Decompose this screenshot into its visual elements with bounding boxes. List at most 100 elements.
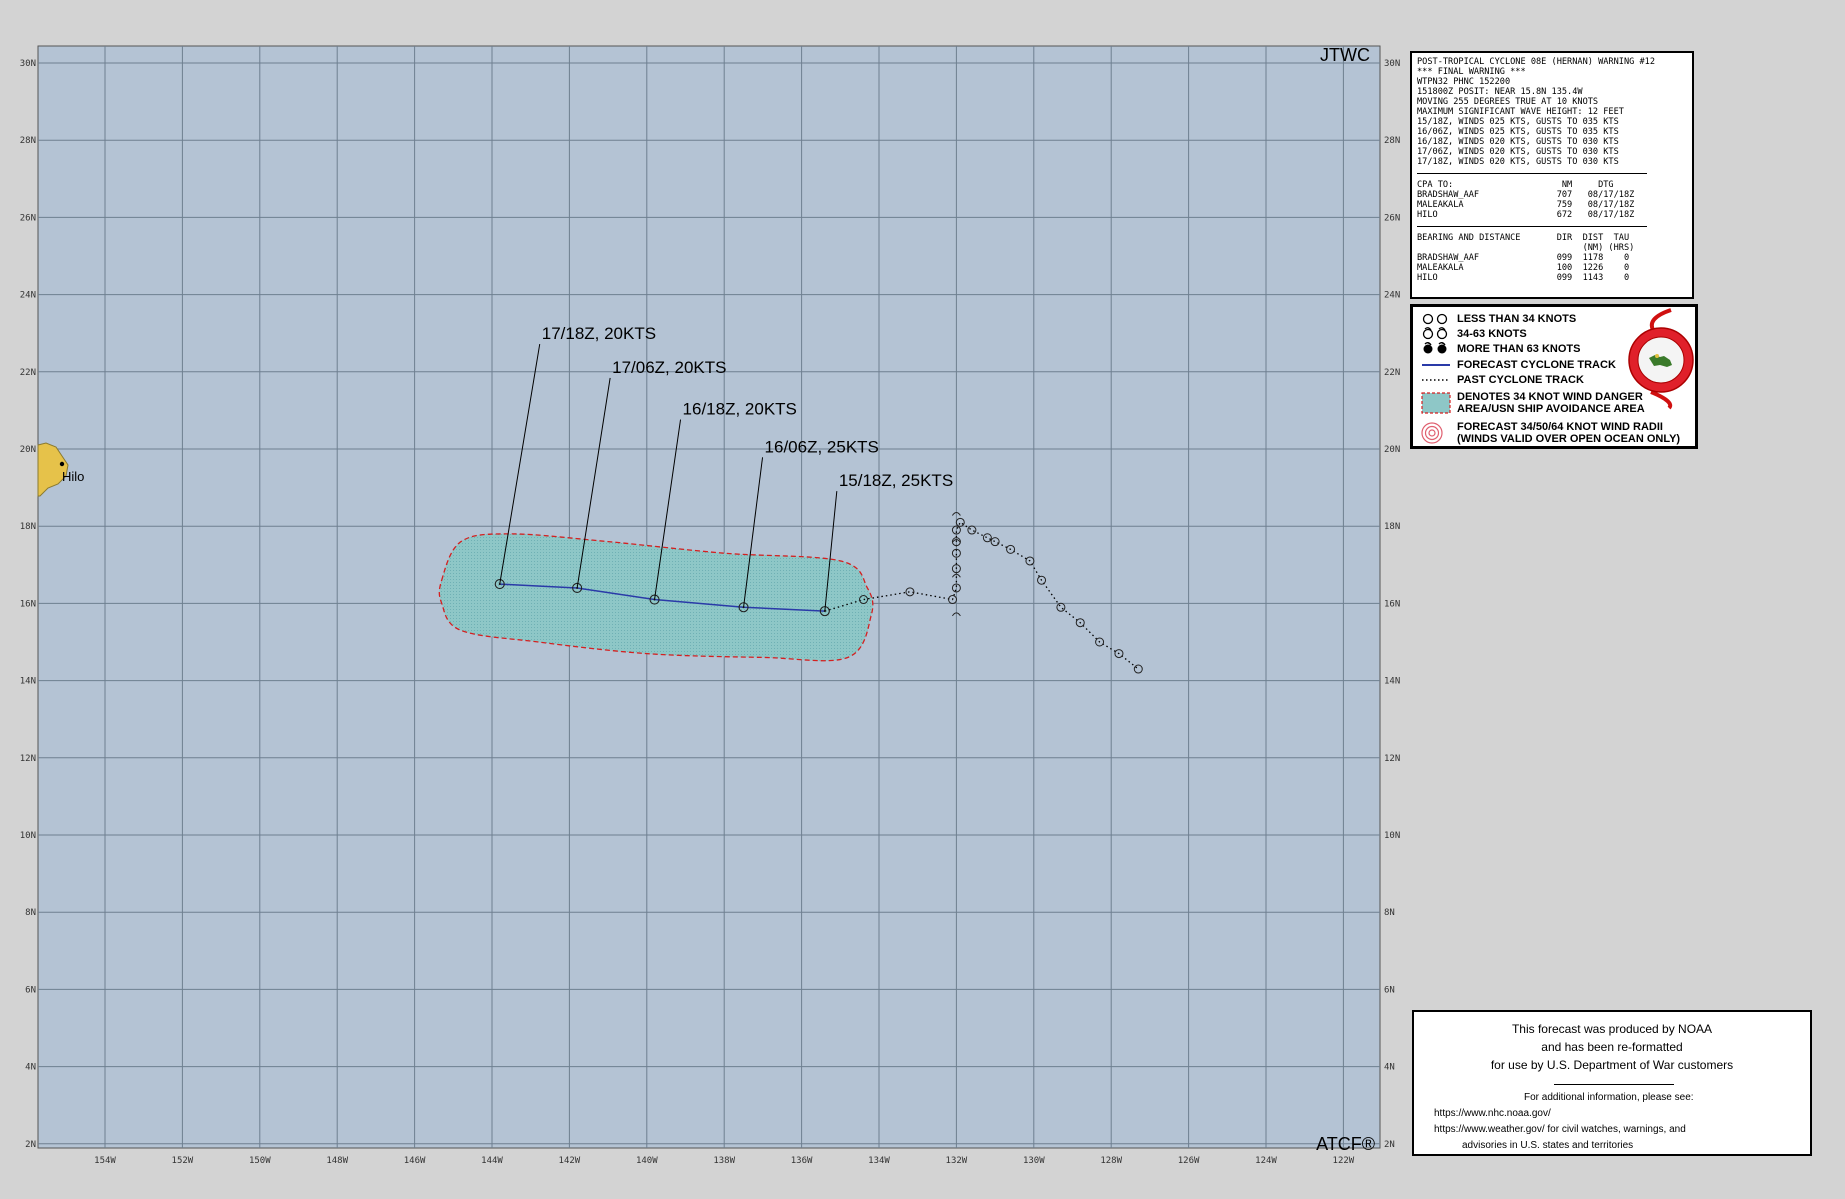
lon-tick: 150W [249,1156,271,1166]
noaa-separator [1554,1084,1674,1085]
forecast-line-icon [1422,364,1450,366]
legend-past-track: PAST CYCLONE TRACK [1421,373,1584,387]
lon-tick: 126W [1178,1156,1200,1166]
lat-tick-left: 18N [20,522,36,532]
lat-tick-right: 6N [1384,985,1395,995]
bearing-row: BRADSHAW_AAF 099 1178 0 [1417,253,1630,263]
warning-line: 15/18Z, WINDS 025 KTS, GUSTS TO 035 KTS [1417,117,1619,127]
lat-tick-left: 6N [25,985,36,995]
lon-tick: 136W [791,1156,813,1166]
noaa-line-3: for use by U.S. Department of War custom… [1490,1058,1734,1072]
warning-line: 17/06Z, WINDS 020 KTS, GUSTS TO 030 KTS [1417,147,1619,157]
lat-tick-left: 4N [25,1063,36,1073]
cpa-rows: BRADSHAW_AAF 707 08/17/18Z MALEAKALA 759 … [1417,190,1687,220]
noaa-info-title: For additional information, please see: [1524,1092,1694,1103]
lon-tick: 138W [713,1156,735,1166]
lat-tick-right: 8N [1384,908,1395,918]
lon-tick: 140W [636,1156,658,1166]
warning-line: WTPN32 PHNC 152200 [1417,77,1511,87]
cpa-row: BRADSHAW_AAF 707 08/17/18Z [1417,190,1635,200]
lat-tick-right: 26N [1384,213,1400,223]
warning-line: 16/06Z, WINDS 025 KTS, GUSTS TO 035 KTS [1417,127,1619,137]
lon-tick: 152W [172,1156,194,1166]
lat-tick-right: 30N [1384,59,1400,69]
lat-tick-left: 20N [20,445,36,455]
noaa-line-2: and has been re-formatted [1541,1040,1683,1054]
lon-tick: 144W [481,1156,503,1166]
hilo-label: Hilo [62,469,84,484]
legend-more-63: MORE THAN 63 KNOTS [1421,342,1580,356]
warning-line: *** FINAL WARNING *** [1417,67,1526,77]
lat-tick-left: 10N [20,831,36,841]
lat-tick-left: 28N [20,136,36,146]
lat-tick-right: 10N [1384,831,1400,841]
bearing-row: MALEAKALA 100 1226 0 [1417,263,1630,273]
lat-tick-left: 16N [20,599,36,609]
warning-line: 16/18Z, WINDS 020 KTS, GUSTS TO 030 KTS [1417,137,1619,147]
lat-tick-right: 12N [1384,754,1400,764]
cpa-row: HILO 672 08/17/18Z [1417,210,1635,220]
lat-tick-left: 8N [25,908,36,918]
legend-less-34: LESS THAN 34 KNOTS [1421,312,1576,326]
hilo-marker [59,461,65,467]
warning-line: MOVING 255 DEGREES TRUE AT 10 KNOTS [1417,97,1599,107]
legend-wind-radii: FORECAST 34/50/64 KNOT WIND RADII (WINDS… [1421,419,1680,447]
bearing-row: HILO 099 1143 0 [1417,273,1630,283]
noaa-line-1: This forecast was produced by NOAA [1511,1022,1713,1036]
legend-34-63: 34-63 KNOTS [1421,327,1527,341]
jtwc-label: JTWC [1320,45,1370,65]
lon-tick: 142W [559,1156,581,1166]
lat-tick-left: 22N [20,368,36,378]
warning-info-box: POST-TROPICAL CYCLONE 08E (HERNAN) WARNI… [1410,51,1694,299]
forecast-time-label: 17/06Z, 20KTS [612,358,726,377]
lon-tick: 130W [1023,1156,1045,1166]
cpa-row: MALEAKALA 759 08/17/18Z [1417,200,1635,210]
lat-tick-right: 24N [1384,291,1400,301]
forecast-time-label: 16/06Z, 25KTS [765,437,879,456]
wind-radii-icon [1421,422,1443,444]
filled-hurricane-icon [1423,342,1447,354]
warning-line: POST-TROPICAL CYCLONE 08E (HERNAN) WARNI… [1417,57,1655,67]
dotted-line-icon [1422,379,1450,381]
lat-tick-left: 26N [20,213,36,223]
lon-tick: 132W [946,1156,968,1166]
noaa-url-weather-cont: advisories in U.S. states and territorie… [1462,1140,1634,1151]
cpa-header: CPA TO: NM DTG [1417,180,1614,190]
lat-tick-right: 2N [1384,1140,1395,1150]
bearing-subheader: (NM) (HRS) [1417,243,1635,253]
lon-tick: 128W [1100,1156,1122,1166]
lat-tick-right: 18N [1384,522,1400,532]
lon-tick: 146W [404,1156,426,1166]
open-circle-icon [1422,313,1448,325]
lat-tick-right: 4N [1384,1063,1395,1073]
noaa-notice-box: This forecast was produced by NOAA and h… [1412,1010,1812,1156]
forecast-time-label: 16/18Z, 20KTS [683,400,797,419]
spiral-icon [1422,327,1448,340]
noaa-url-weather[interactable]: https://www.weather.gov/ for civil watch… [1434,1122,1686,1138]
atcf-label: ATCF® [1316,1134,1375,1154]
noaa-url-nhc[interactable]: https://www.nhc.noaa.gov/ [1434,1106,1551,1122]
lon-tick: 134W [868,1156,890,1166]
lat-tick-left: 24N [20,291,36,301]
forecast-time-label: 15/18Z, 25KTS [839,471,953,490]
warning-line: MAXIMUM SIGNIFICANT WAVE HEIGHT: 12 FEET [1417,107,1624,117]
jtwc-logo-icon [1628,308,1694,410]
lon-tick: 154W [94,1156,116,1166]
bearing-header: BEARING AND DISTANCE DIR DIST TAU [1417,233,1630,243]
warning-line: 17/18Z, WINDS 020 KTS, GUSTS TO 030 KTS [1417,157,1619,167]
lat-tick-left: 12N [20,754,36,764]
lon-tick: 124W [1255,1156,1277,1166]
danger-area-icon [1421,392,1451,414]
legend-forecast-track: FORECAST CYCLONE TRACK [1421,358,1616,372]
lat-tick-left: 30N [20,59,36,69]
warning-lines: POST-TROPICAL CYCLONE 08E (HERNAN) WARNI… [1417,57,1687,167]
lat-tick-left: 2N [25,1140,36,1150]
legend-danger-area: DENOTES 34 KNOT WIND DANGER AREA/USN SHI… [1421,389,1645,417]
lat-tick-right: 28N [1384,136,1400,146]
warning-line: 151800Z POSIT: NEAR 15.8N 135.4W [1417,87,1583,97]
lat-tick-right: 20N [1384,445,1400,455]
lon-tick: 148W [326,1156,348,1166]
lon-tick: 122W [1333,1156,1355,1166]
forecast-time-label: 17/18Z, 20KTS [542,324,656,343]
bearing-rows: BRADSHAW_AAF 099 1178 0 MALEAKALA 100 122… [1417,253,1687,283]
